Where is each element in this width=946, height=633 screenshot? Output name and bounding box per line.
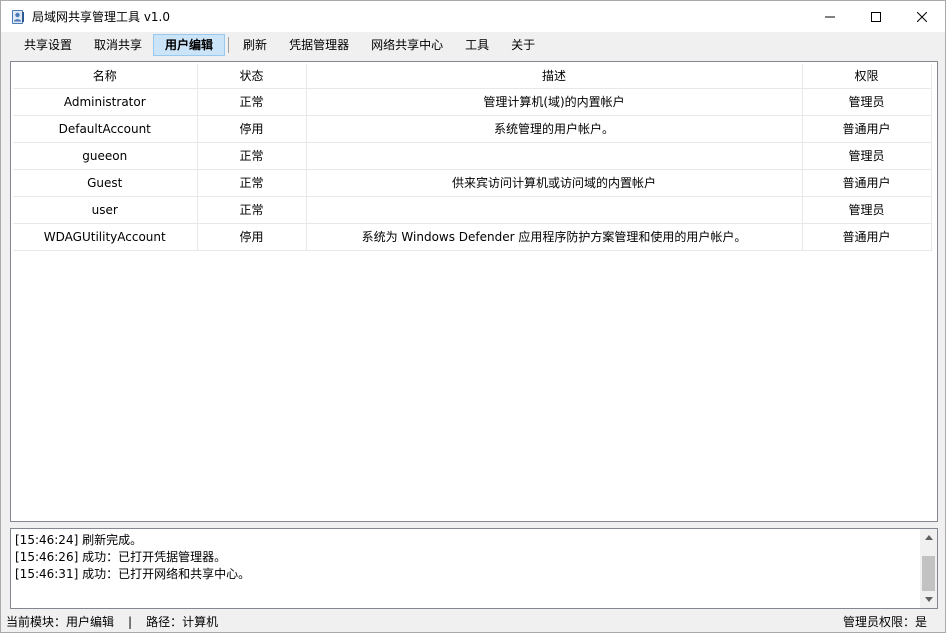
log-line: [15:46:26] 成功：已打开凭据管理器。 — [15, 550, 227, 564]
user-grid[interactable]: 名称 状态 描述 权限 Administrator 正常 管理计算机(域)的内置… — [10, 61, 938, 522]
table-row[interactable]: DefaultAccount 停用 系统管理的用户帐户。 普通用户 — [13, 115, 932, 143]
menu-item-tools[interactable]: 工具 — [454, 34, 500, 56]
menu-item-refresh[interactable]: 刷新 — [232, 34, 278, 56]
log-output[interactable]: [15:46:24] 刷新完成。 [15:46:26] 成功：已打开凭据管理器。… — [10, 528, 938, 609]
status-bar: 当前模块：用户编辑 | 路径：计算机 管理员权限：是 — [1, 611, 945, 632]
maximize-icon — [871, 11, 881, 22]
menu-bar: 共享设置 取消共享 用户编辑 刷新 凭据管理器 网络共享中心 工具 关于 — [1, 32, 945, 58]
table-row[interactable]: user 正常 管理员 — [13, 196, 932, 224]
menu-item-cancel-share[interactable]: 取消共享 — [83, 34, 153, 56]
table-row[interactable]: gueeon 正常 管理员 — [13, 142, 932, 170]
column-header-description[interactable]: 描述 — [306, 64, 803, 89]
cell-description[interactable] — [306, 142, 803, 170]
scroll-down-button[interactable] — [920, 591, 937, 608]
scroll-up-button[interactable] — [920, 529, 937, 546]
cell-description[interactable]: 系统管理的用户帐户。 — [306, 115, 803, 143]
cell-status[interactable]: 停用 — [197, 223, 307, 251]
window-controls — [807, 1, 945, 32]
cell-name[interactable]: gueeon — [13, 142, 198, 170]
menu-item-network-center[interactable]: 网络共享中心 — [360, 34, 454, 56]
menu-item-share-settings[interactable]: 共享设置 — [13, 34, 83, 56]
scroll-thumb[interactable] — [922, 556, 935, 591]
chevron-down-icon — [924, 597, 933, 602]
cell-description[interactable] — [306, 196, 803, 224]
column-header-status[interactable]: 状态 — [197, 64, 307, 89]
table-row[interactable]: WDAGUtilityAccount 停用 系统为 Windows Defend… — [13, 223, 932, 251]
menu-item-user-edit[interactable]: 用户编辑 — [153, 34, 226, 56]
table-row[interactable]: Guest 正常 供来宾访问计算机或访问域的内置帐户 普通用户 — [13, 169, 932, 197]
minimize-button[interactable] — [807, 1, 853, 32]
status-path: 路径：计算机 — [146, 615, 219, 629]
table-header-row: 名称 状态 描述 权限 — [13, 64, 932, 89]
cell-role[interactable]: 普通用户 — [802, 169, 932, 197]
cell-role[interactable]: 管理员 — [802, 88, 932, 116]
cell-role[interactable]: 普通用户 — [802, 115, 932, 143]
cell-name[interactable]: WDAGUtilityAccount — [13, 223, 198, 251]
log-line: [15:46:31] 成功：已打开网络和共享中心。 — [15, 567, 251, 581]
status-left: 当前模块：用户编辑 | 路径：计算机 — [6, 613, 218, 630]
cell-name[interactable]: DefaultAccount — [13, 115, 198, 143]
cell-role[interactable]: 管理员 — [802, 142, 932, 170]
chevron-up-icon — [924, 535, 933, 540]
menu-separator — [228, 37, 230, 53]
maximize-button[interactable] — [853, 1, 899, 32]
column-header-name[interactable]: 名称 — [13, 64, 198, 89]
cell-status[interactable]: 停用 — [197, 115, 307, 143]
column-header-role[interactable]: 权限 — [802, 64, 932, 89]
menu-item-about[interactable]: 关于 — [500, 34, 546, 56]
log-line: [15:46:24] 刷新完成。 — [15, 533, 143, 547]
status-admin: 管理员权限：是 — [842, 615, 927, 629]
minimize-icon — [825, 16, 835, 17]
user-book-icon — [10, 9, 26, 25]
table-row[interactable]: Administrator 正常 管理计算机(域)的内置帐户 管理员 — [13, 88, 932, 116]
title-bar[interactable]: 局域网共享管理工具 v1.0 — [1, 1, 945, 32]
log-scrollbar[interactable] — [920, 529, 937, 608]
cell-status[interactable]: 正常 — [197, 169, 307, 197]
cell-status[interactable]: 正常 — [197, 196, 307, 224]
status-separator: | — [128, 614, 133, 629]
status-module: 当前模块：用户编辑 — [6, 615, 115, 629]
main-window: 局域网共享管理工具 v1.0 共享设置 取消共享 用户编辑 刷新 凭据管理器 网… — [0, 0, 946, 633]
cell-name[interactable]: user — [13, 196, 198, 224]
cell-role[interactable]: 普通用户 — [802, 223, 932, 251]
close-icon — [917, 11, 927, 22]
cell-role[interactable]: 管理员 — [802, 196, 932, 224]
cell-name[interactable]: Administrator — [13, 88, 198, 116]
window-title: 局域网共享管理工具 v1.0 — [32, 10, 171, 24]
close-button[interactable] — [899, 1, 945, 32]
cell-status[interactable]: 正常 — [197, 142, 307, 170]
cell-description[interactable]: 供来宾访问计算机或访问域的内置帐户 — [306, 169, 803, 197]
log-lines: [15:46:24] 刷新完成。 [15:46:26] 成功：已打开凭据管理器。… — [15, 532, 917, 583]
cell-status[interactable]: 正常 — [197, 88, 307, 116]
menu-item-credential-manager[interactable]: 凭据管理器 — [278, 34, 360, 56]
cell-name[interactable]: Guest — [13, 169, 198, 197]
user-table: 名称 状态 描述 权限 Administrator 正常 管理计算机(域)的内置… — [13, 64, 932, 251]
cell-description[interactable]: 管理计算机(域)的内置帐户 — [306, 88, 803, 116]
cell-description[interactable]: 系统为 Windows Defender 应用程序防护方案管理和使用的用户帐户。 — [306, 223, 803, 251]
